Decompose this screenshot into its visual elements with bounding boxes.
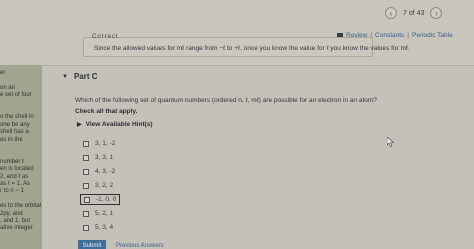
checkbox[interactable] — [83, 224, 89, 231]
checkbox[interactable] — [84, 196, 90, 203]
answer-option[interactable]: 5, 3, 4 — [83, 224, 113, 231]
sidebar-text-line: as ℓ = 1. As — [0, 181, 31, 187]
option-label: 5, 3, 4 — [95, 224, 114, 231]
checkbox[interactable] — [83, 140, 89, 147]
sidebar-text-line: shell has a — [0, 129, 29, 136]
sidebar-text-line: on an — [0, 84, 16, 91]
part-c-header[interactable]: ▼ Part C — [62, 72, 98, 81]
part-label: Part C — [73, 72, 98, 81]
checkbox[interactable] — [83, 168, 89, 175]
option-label: 5, 2, 1 — [95, 210, 114, 217]
chevron-down-icon: ▼ — [62, 73, 68, 80]
view-hints-toggle[interactable]: ▶ View Available Hint(s) — [77, 121, 153, 128]
instruction-text: Check all that apply. — [75, 108, 138, 115]
separator: | — [407, 32, 409, 39]
sidebar-text-line: es to the orbital — [0, 203, 42, 210]
constants-link[interactable]: Constants — [375, 32, 404, 39]
option-label: -1, 0, 0 — [96, 196, 117, 203]
sidebar-text-line: one be any — [0, 121, 30, 128]
footer-actions: Submit Previous Answers — [78, 240, 164, 249]
feedback-box: Correct Since the allowed values for mℓ … — [83, 34, 410, 57]
sidebar-text-line: , and 1, but — [0, 218, 31, 224]
sidebar-text-line: r to n − 1 — [0, 188, 24, 195]
checkbox[interactable] — [83, 182, 89, 189]
periodic-table-link[interactable]: Periodic Table — [412, 32, 453, 39]
page-count: 7 of 43 — [403, 9, 425, 17]
submit-button[interactable]: Submit — [78, 240, 106, 249]
checkbox[interactable] — [83, 154, 89, 161]
option-label: 3, 1, -2 — [95, 140, 116, 147]
answer-option[interactable]: 3, 2, 2 — [83, 182, 113, 189]
hints-label: View Available Hint(s) — [85, 121, 153, 128]
feedback-title: Correct — [92, 34, 119, 40]
sidebar-text-line: er — [0, 70, 6, 76]
chevron-left-icon[interactable]: ‹ — [385, 7, 397, 19]
chevron-right-icon[interactable]: › — [430, 7, 443, 19]
divider — [42, 65, 474, 66]
sidebar-text-line: ative integer — [0, 225, 33, 232]
option-label: 3, 2, 2 — [95, 182, 114, 189]
previous-answers-link[interactable]: Previous Answers — [116, 243, 164, 249]
answer-option[interactable]: 4, 3, -2 — [83, 168, 115, 175]
mouse-cursor-icon — [387, 137, 395, 147]
chevron-right-icon: ▶ — [77, 122, 82, 128]
answer-option[interactable]: 3, 3, 1 — [83, 154, 113, 161]
answer-option[interactable]: 3, 1, -2 — [83, 140, 115, 147]
answer-option[interactable]: 5, 2, 1 — [83, 210, 113, 217]
intro-sidebar: er on an e set of four o the shell in one be… — [0, 65, 42, 249]
sidebar-text-line: number ℓ — [0, 158, 24, 165]
question-text: Which of the following set of quantum nu… — [75, 97, 377, 104]
checkbox[interactable] — [83, 210, 89, 217]
option-label: 3, 3, 1 — [95, 154, 114, 161]
sidebar-text-line: es in the — [0, 136, 23, 143]
answer-option-focused[interactable]: -1, 0, 0 — [80, 194, 121, 205]
sidebar-text-line: o the shell in — [0, 114, 34, 121]
sidebar-text-line: en is located — [0, 166, 34, 173]
sidebar-text-line: 2py, and — [0, 210, 23, 217]
option-label: 4, 3, -2 — [95, 168, 116, 175]
pager: ‹ 7 of 43 › — [385, 6, 443, 20]
sidebar-text-line: 2, and ℓ as — [0, 173, 29, 180]
sidebar-text-line: e set of four — [0, 92, 32, 99]
feedback-message: Since the allowed values for mℓ range fr… — [94, 45, 410, 52]
